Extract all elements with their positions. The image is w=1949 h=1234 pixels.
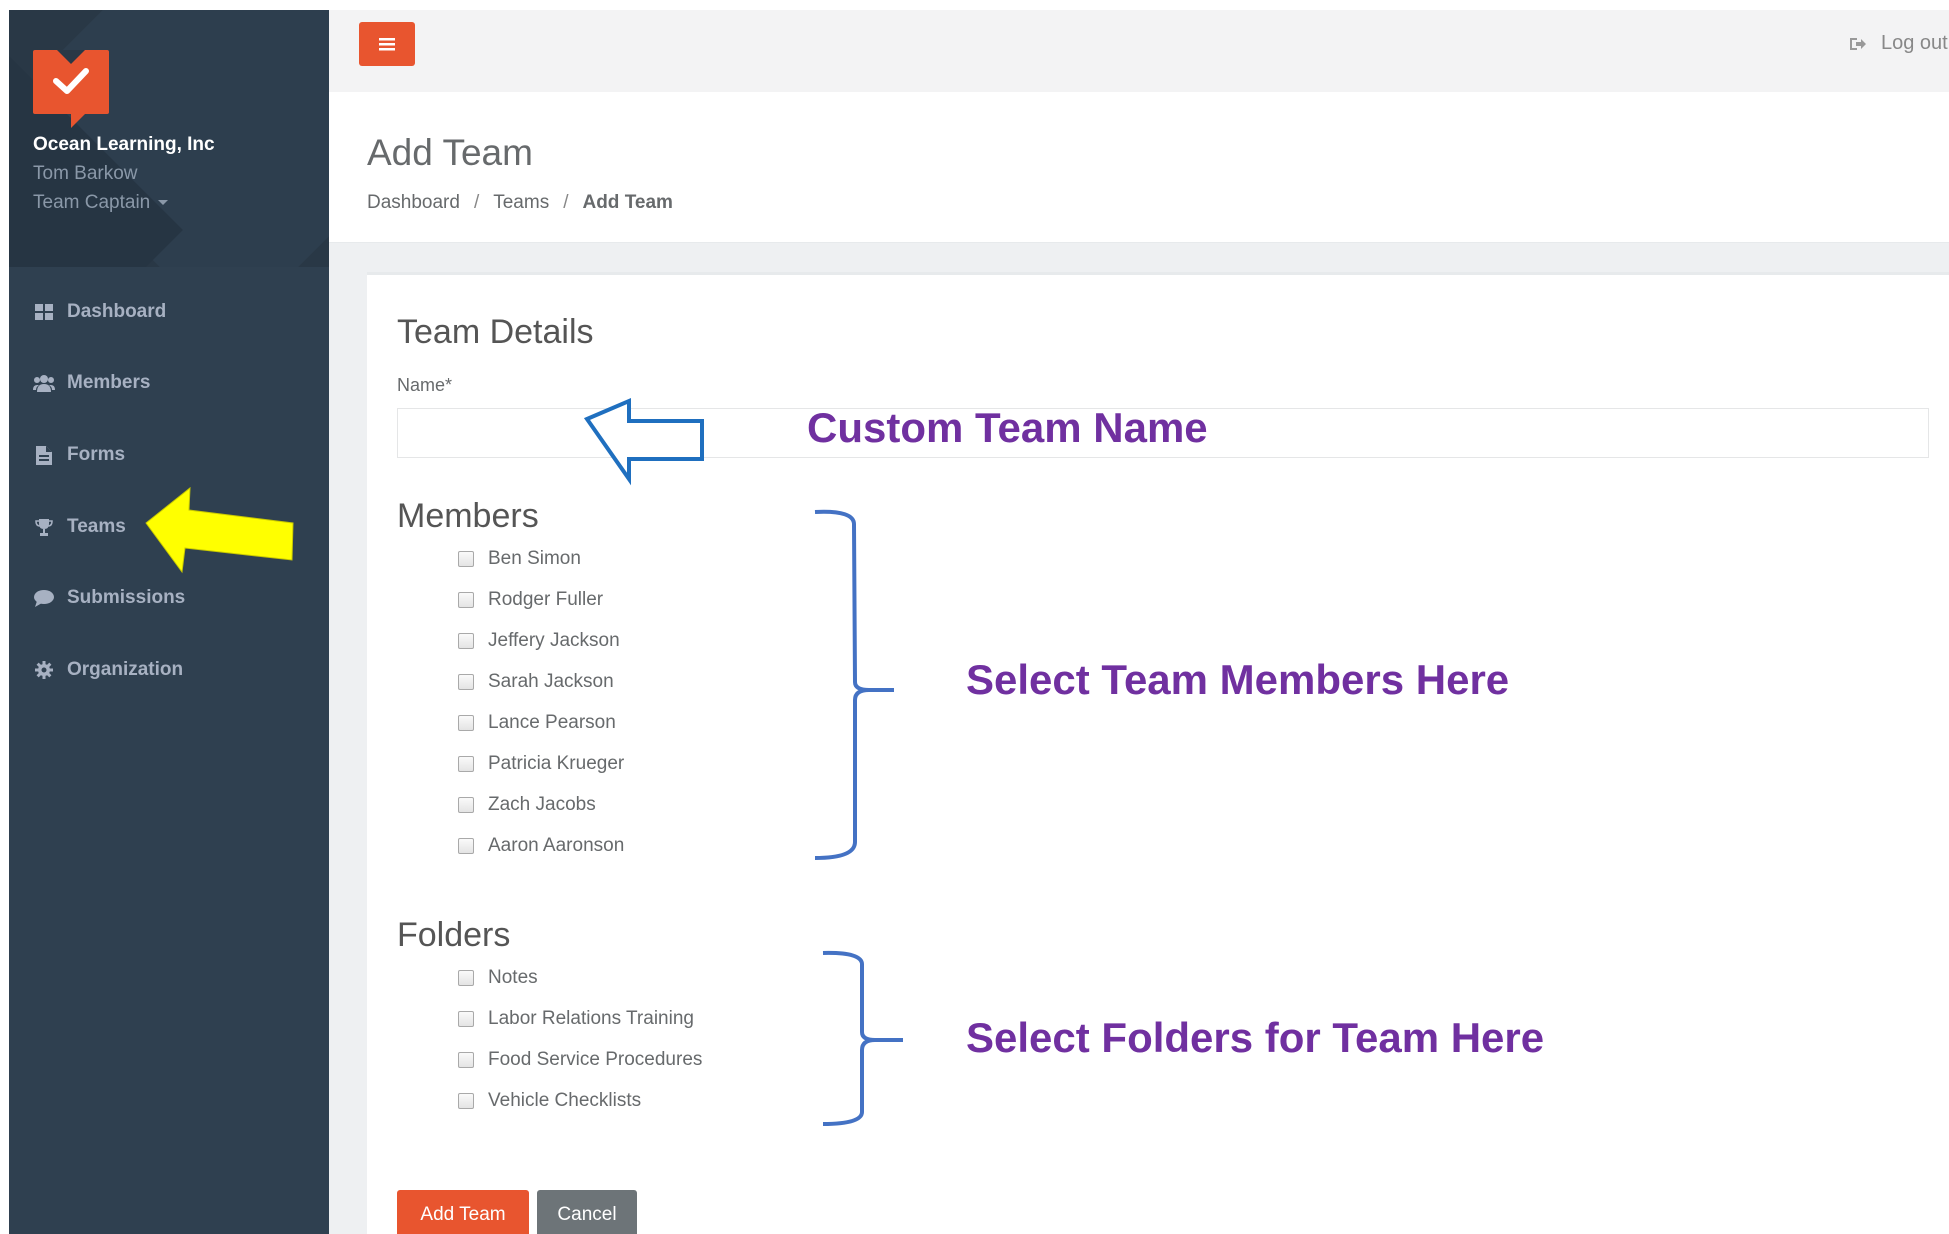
annotation-custom-team-name: Custom Team Name: [807, 404, 1208, 451]
right-brace-icon: [814, 509, 894, 860]
right-brace-icon: [822, 950, 903, 1126]
annotation-select-members: Select Team Members Here: [966, 656, 1510, 703]
yellow-arrow-left-icon: [145, 486, 294, 574]
app-window: Ocean Learning, Inc Tom Barkow Team Capt…: [9, 10, 1949, 1234]
annotation-select-folders: Select Folders for Team Here: [966, 1014, 1545, 1061]
hollow-arrow-left-icon: [583, 397, 704, 486]
